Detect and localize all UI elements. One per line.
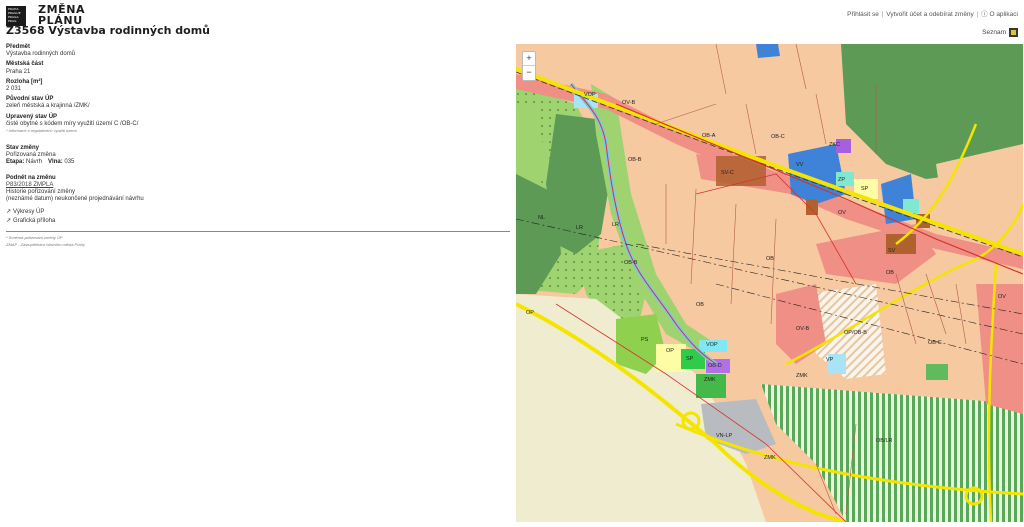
change-status-value: Pořizovaná změna: [6, 152, 56, 159]
wave-label: Vlna:: [48, 159, 63, 166]
map-zone-label: SP: [861, 186, 869, 192]
process-scheme-link[interactable]: * Schéma pořizování změny ÚP: [6, 234, 510, 241]
area-value: 2 031: [6, 86, 22, 93]
subject-value: Výstavba rodinných domů: [6, 51, 76, 58]
map-zone-label: OP: [666, 348, 674, 354]
zoning-block: [926, 364, 948, 380]
zoning-block: [806, 199, 818, 215]
map-zone-label: NL: [538, 215, 545, 221]
map-zone-label: OV-B: [622, 100, 635, 106]
map-zone-label: VOP: [706, 342, 718, 348]
map-zone-label: OV: [838, 210, 846, 216]
app-brand[interactable]: ZMĚNA PLÁNU: [38, 4, 85, 26]
initiative-label: Podnět na změnu: [6, 174, 56, 181]
map-zone-label: OV: [998, 294, 1006, 300]
stage-label: Etapa:: [6, 159, 25, 166]
map-zone-label: VN-LP: [716, 433, 733, 439]
zoning-map-canvas[interactable]: VOP OV-B OB-B OB-A OB-C VV ZKC ZP SP SV-C OV SV OB NL…: [516, 44, 1023, 522]
map-zone-label: OB-D: [708, 363, 722, 369]
change-status-label: Stav změny: [6, 145, 40, 152]
map-zone-label: OB: [886, 270, 894, 276]
map-zone-label: OB-B: [624, 260, 638, 266]
zoom-in-button[interactable]: +: [523, 52, 535, 66]
stage-value: Návrh: [26, 159, 43, 166]
map-zone-label: SV-C: [721, 170, 734, 176]
map-zone-label: SV: [888, 248, 896, 254]
regulations-link[interactable]: * Informace o regulativech využití území: [6, 128, 510, 133]
divider: [6, 230, 510, 232]
map-zone-label: OB/LR: [876, 438, 893, 444]
info-icon: ⓘ: [981, 11, 988, 18]
history-value: (neznámé datum) neukončené projednávání …: [6, 196, 144, 203]
about-link[interactable]: O aplikaci: [989, 11, 1018, 18]
map-zone-label: OV-B: [796, 326, 809, 332]
map-zone-label: OP/OB-B: [844, 330, 867, 336]
map-zone-label: ZMK: [704, 377, 716, 383]
map-zone-label: ZMK: [796, 373, 808, 379]
public-facility: [756, 44, 780, 58]
map-zone-label: VV: [796, 162, 804, 168]
original-state-value: zeleň městská a krajinná /ZMK/: [6, 103, 90, 110]
list-toggle-label: Seznam: [982, 29, 1006, 36]
subject-label: Předmět: [6, 44, 31, 50]
history-label: Historie pořizování změny: [6, 189, 76, 196]
map-zone-label: SP: [686, 356, 694, 362]
map-zone-label: ZP: [838, 177, 845, 183]
modified-state-label: Upravený stav ÚP: [6, 113, 58, 120]
stage-row: Etapa: Návrh Vlna: 035: [6, 159, 510, 166]
map-zone-label: OB: [696, 302, 704, 308]
map-zone-label: PS: [641, 337, 649, 343]
top-nav: Přihlásit se | Vytvořit účet a odebírat …: [847, 8, 1018, 18]
map-zone-label: LR: [576, 225, 583, 231]
modified-state-value: čisté obytné s kódem míry využití území …: [6, 120, 139, 127]
change-detail-panel: Předmět Výstavba rodinných domů Městská …: [6, 44, 510, 248]
map-zone-label: VOP: [584, 92, 596, 98]
zoom-control: + −: [522, 51, 536, 81]
create-account-link[interactable]: Vytvořit účet a odebírat změny: [886, 11, 974, 18]
initiative-link[interactable]: P83/2018 ZMPLA: [6, 182, 53, 188]
zoom-out-button[interactable]: −: [523, 66, 535, 80]
map-zone-label: VP: [826, 357, 834, 363]
map-zone-label: ZMK: [764, 455, 776, 461]
logo-line: PRAG: [8, 19, 17, 23]
list-icon: [1009, 28, 1018, 37]
district-label: Městská část: [6, 61, 44, 68]
drawings-link[interactable]: ↗ Výkresy ÚP: [6, 209, 510, 216]
drawings-link-label: Výkresy ÚP: [13, 209, 45, 216]
map-zone-label: OB-A: [702, 133, 716, 139]
zoning-map[interactable]: VOP OV-B OB-B OB-A OB-C VV ZKC ZP SP SV-C OV SV OB NL…: [516, 44, 1023, 522]
map-zone-label: ZKC: [829, 142, 840, 148]
map-zone-label: OB-C: [928, 340, 942, 346]
map-zone-label: OB-B: [628, 157, 642, 163]
separator: |: [976, 11, 979, 18]
footnote-zmap: ZMAP - Zastupitelstvo hlavního města Pra…: [6, 241, 85, 247]
map-zone-label: OP: [526, 310, 534, 316]
area-label: Rozloha [m²]: [6, 78, 43, 85]
map-zone-label: OB-C: [771, 134, 785, 140]
graphic-attachment-label: Grafická příloha: [13, 217, 56, 224]
page-title: Z3568 Výstavba rodinných domů: [6, 24, 210, 37]
wave-value: 035: [64, 159, 75, 166]
map-zone-label: LR: [612, 222, 619, 228]
list-toggle[interactable]: Seznam: [982, 28, 1018, 37]
district-value: Praha 21: [6, 68, 31, 75]
separator: |: [881, 11, 884, 18]
praha-logo[interactable]: PRAHA PRAGUE PRAGA PRAG: [6, 6, 26, 26]
graphic-attachment-link[interactable]: ↗ Grafická příloha: [6, 218, 510, 225]
login-link[interactable]: Přihlásit se: [847, 11, 879, 18]
external-link-icon: ↗: [6, 217, 12, 224]
map-zone-label: OB: [766, 256, 774, 262]
original-state-label: Původní stav ÚP: [6, 96, 54, 103]
external-link-icon: ↗: [6, 209, 12, 216]
